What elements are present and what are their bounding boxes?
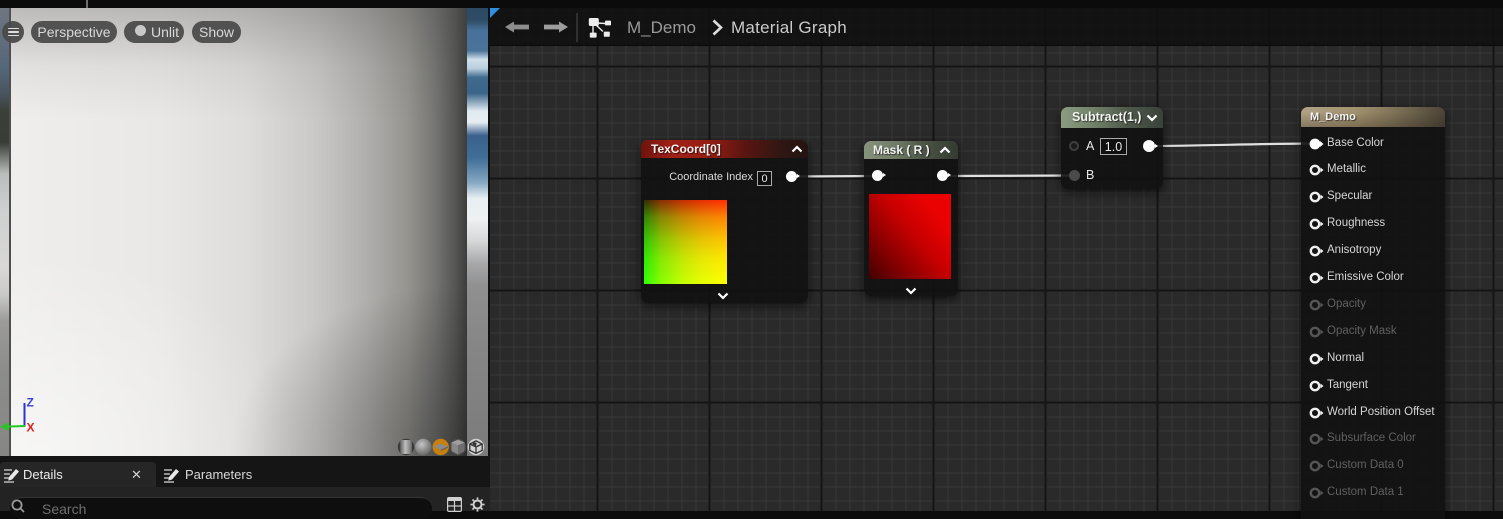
svg-text:X: X — [27, 421, 35, 435]
svg-text:Z: Z — [27, 396, 34, 410]
